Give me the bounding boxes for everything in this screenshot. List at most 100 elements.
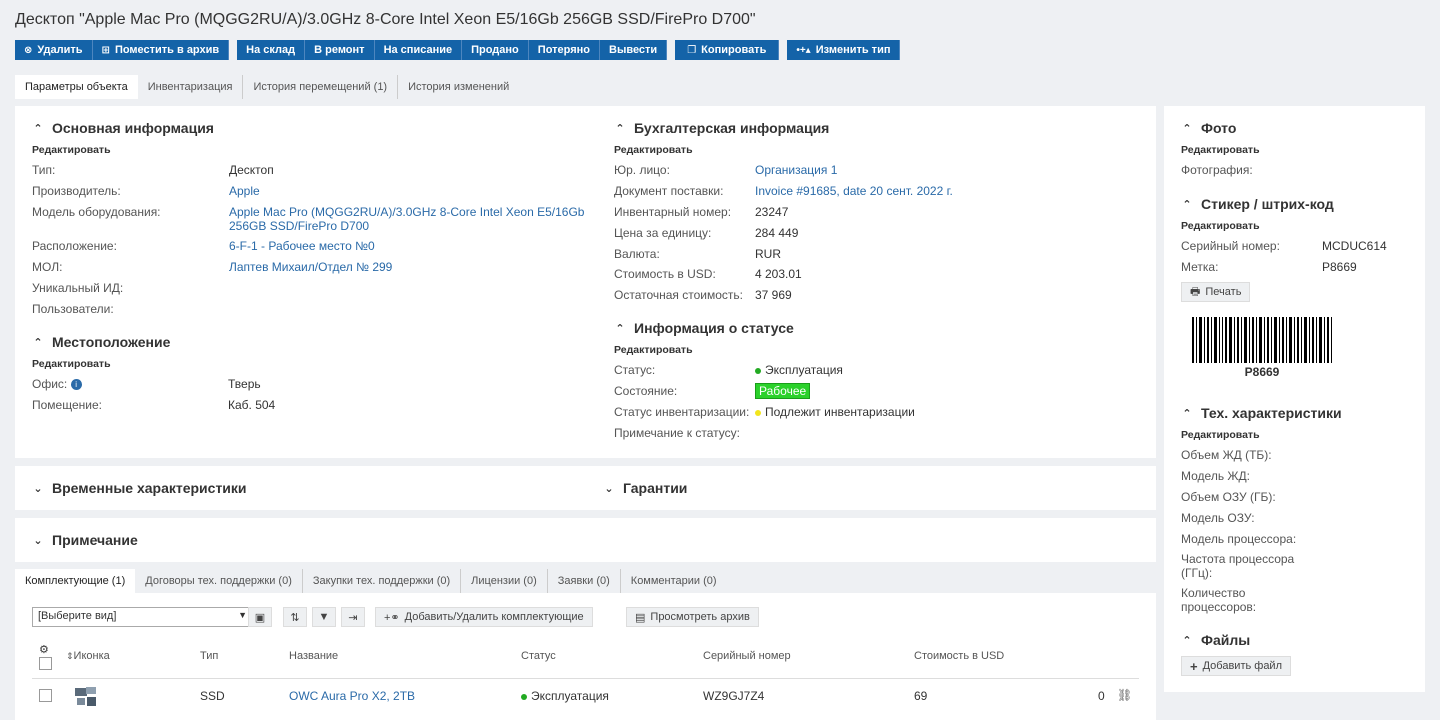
legal-entity-label: Юр. лицо:: [614, 163, 670, 177]
chevron-up-icon: ⌃: [615, 322, 625, 335]
tab-support-purchases[interactable]: Закупки тех. поддержки (0): [303, 569, 462, 593]
chevron-down-icon: ⌄: [33, 534, 43, 547]
chevron-up-icon: ⌃: [33, 122, 43, 135]
supply-doc-link[interactable]: Invoice #91685, date 20 сент. 2022 г.: [755, 184, 953, 198]
copy-icon: ❐: [687, 44, 697, 56]
add-remove-components-button[interactable]: +⚭ Добавить/Удалить комплектующие: [375, 607, 593, 627]
add-file-button[interactable]: + Добавить файл: [1181, 656, 1291, 676]
filter-button[interactable]: ▼: [312, 607, 336, 627]
view-select[interactable]: [Выберите вид] ▼: [32, 607, 254, 627]
files-header[interactable]: ⌃ Файлы: [1181, 632, 1250, 648]
photo-header[interactable]: ⌃ Фото: [1181, 120, 1236, 136]
cpu-freq-label: Частота процессора: [1181, 552, 1295, 566]
status-edit-link[interactable]: Редактировать: [614, 344, 693, 356]
usd-cost-label: Стоимость в USD:: [614, 267, 716, 281]
view-archive-button[interactable]: ▤ Просмотреть архив: [626, 607, 759, 627]
chevron-up-icon: ⌃: [1182, 122, 1192, 135]
warranty-header[interactable]: ⌄ Гарантии: [603, 480, 687, 496]
view-select-value: [Выберите вид]: [38, 610, 117, 622]
change-type-icon: •+▴: [796, 44, 811, 56]
tab-change-history[interactable]: История изменений: [398, 75, 519, 99]
location-edit-link[interactable]: Редактировать: [32, 358, 111, 370]
to-repair-label: В ремонт: [314, 44, 365, 56]
to-repair-button[interactable]: В ремонт: [305, 40, 375, 60]
row-name-link[interactable]: OWC Aura Pro X2, 2TB: [289, 689, 415, 703]
main-info-header[interactable]: ⌃ Основная информация: [32, 120, 214, 136]
status-label: Статус:: [614, 363, 656, 377]
info-icon[interactable]: i: [70, 379, 82, 391]
legal-entity-link[interactable]: Организация 1: [755, 163, 837, 177]
withdraw-button[interactable]: Вывести: [600, 40, 668, 60]
model-link-line2[interactable]: 256GB SSD/FirePro D700: [229, 219, 369, 233]
tab-movement-history[interactable]: История перемещений (1): [243, 75, 399, 99]
tab-licenses[interactable]: Лицензии (0): [461, 569, 548, 593]
filter-icon: ▼: [318, 611, 330, 623]
column-serial[interactable]: Серийный номер: [703, 650, 791, 662]
archive-button[interactable]: ⊞ Поместить в архив: [92, 40, 230, 60]
residual-value-label: Остаточная стоимость:: [614, 288, 744, 302]
location-header[interactable]: ⌃ Местоположение: [32, 334, 170, 350]
printer-icon: 🖶: [1190, 285, 1201, 298]
model-link[interactable]: Apple Mac Pro (MQGG2RU/A)/3.0GHz 8-Core …: [229, 205, 584, 219]
photo-label: Фотография:: [1181, 163, 1253, 177]
plus-icon: +: [1190, 658, 1198, 674]
lost-button[interactable]: Потеряно: [528, 40, 600, 60]
save-view-button[interactable]: ▣: [248, 607, 272, 627]
row-type: SSD: [200, 689, 225, 703]
accounting-edit-link[interactable]: Редактировать: [614, 144, 693, 156]
status-title: Информация о статусе: [634, 320, 794, 336]
unique-id-label: Уникальный ИД:: [32, 281, 124, 295]
accounting-header[interactable]: ⌃ Бухгалтерская информация: [614, 120, 829, 136]
specs-header[interactable]: ⌃ Тех. характеристики: [1181, 405, 1342, 421]
tab-requests[interactable]: Заявки (0): [548, 569, 621, 593]
column-cost[interactable]: Стоимость в USD: [914, 650, 1004, 662]
to-stock-button[interactable]: На склад: [237, 40, 306, 60]
tab-inventory[interactable]: Инвентаризация: [138, 75, 244, 99]
print-button[interactable]: 🖶 Печать: [1181, 282, 1251, 302]
copy-button[interactable]: ❐ Копировать: [675, 40, 780, 60]
select-all-checkbox[interactable]: [39, 657, 52, 670]
delete-button[interactable]: ⊗ Удалить: [15, 40, 93, 60]
note-header[interactable]: ⌄ Примечание: [32, 532, 137, 548]
location-title: Местоположение: [52, 334, 171, 350]
sticker-edit-link[interactable]: Редактировать: [1181, 220, 1260, 232]
sold-label: Продано: [471, 44, 519, 56]
manufacturer-link[interactable]: Apple: [229, 184, 260, 198]
column-icon[interactable]: ⇕Иконка: [66, 650, 110, 662]
tag-value: P8669: [1322, 260, 1357, 274]
inventory-status-label: Статус инвентаризации:: [614, 405, 750, 419]
main-info-edit-link[interactable]: Редактировать: [32, 144, 111, 156]
specs-edit-link[interactable]: Редактировать: [1181, 429, 1260, 441]
mol-link[interactable]: Лаптев Михаил/Отдел № 299: [229, 260, 392, 274]
row-checkbox[interactable]: [39, 689, 52, 702]
photo-edit-link[interactable]: Редактировать: [1181, 144, 1260, 156]
tab-components[interactable]: Комплектующие (1): [15, 569, 136, 593]
type-label: Тип:: [32, 163, 56, 177]
specs-title: Тех. характеристики: [1201, 405, 1342, 421]
row-status: Эксплуатация: [521, 689, 609, 703]
unlink-icon[interactable]: ⛓: [1117, 688, 1132, 702]
write-off-button[interactable]: На списание: [374, 40, 463, 60]
tab-parameters[interactable]: Параметры объекта: [15, 75, 138, 99]
row-status-dot-icon: [521, 693, 527, 700]
column-type[interactable]: Тип: [200, 650, 218, 662]
change-type-button[interactable]: •+▴ Изменить тип: [787, 40, 901, 60]
cpu-model-label: Модель процессора:: [1181, 532, 1297, 546]
gear-icon[interactable]: ⚙: [39, 643, 49, 656]
column-status[interactable]: Статус: [521, 650, 556, 662]
tab-support-contracts[interactable]: Договоры тех. поддержки (0): [135, 569, 303, 593]
tab-comments[interactable]: Комментарии (0): [621, 569, 727, 593]
sort-button[interactable]: ⇅: [283, 607, 307, 627]
chevron-up-icon: ⌃: [1182, 634, 1192, 647]
column-name[interactable]: Название: [289, 650, 338, 662]
export-button[interactable]: ⇥: [341, 607, 365, 627]
row-status-text: Эксплуатация: [531, 689, 609, 703]
status-header[interactable]: ⌃ Информация о статусе: [614, 320, 794, 336]
sold-button[interactable]: Продано: [462, 40, 529, 60]
location-link[interactable]: 6-F-1 - Рабочее место №0: [229, 239, 375, 253]
temporal-header[interactable]: ⌄ Временные характеристики: [32, 480, 246, 496]
mol-label: МОЛ:: [32, 260, 63, 274]
state-label: Состояние:: [614, 384, 678, 398]
state-value: Рабочее: [755, 383, 811, 399]
sticker-header[interactable]: ⌃ Стикер / штрих-код: [1181, 196, 1333, 212]
